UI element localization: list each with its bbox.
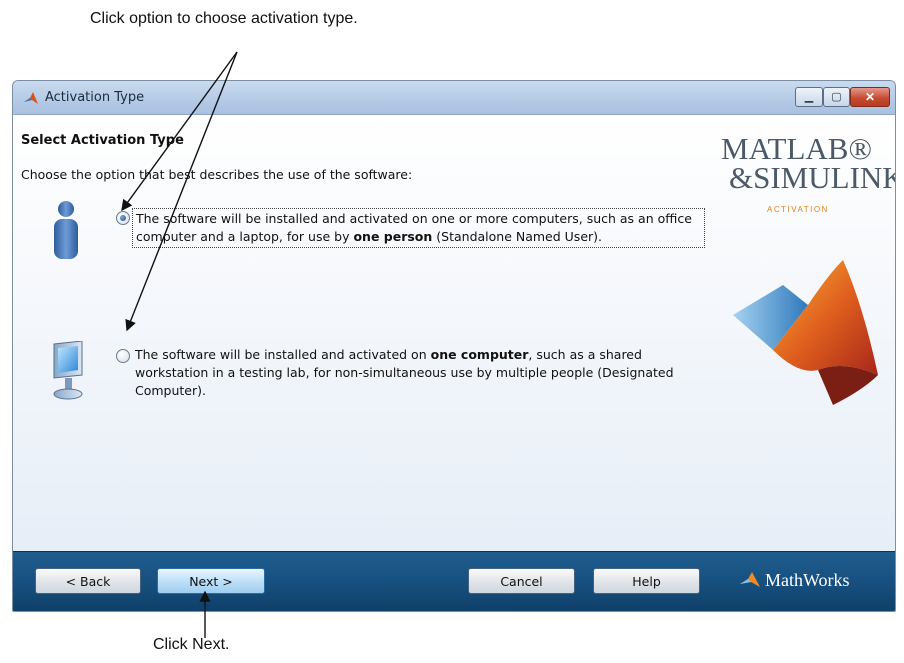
standalone-text-bold: one person [353, 229, 433, 244]
close-button[interactable]: ✕ [850, 87, 890, 107]
designated-radio[interactable] [116, 349, 130, 363]
button-bar: < Back Next > Cancel Help MathWorks [13, 551, 895, 611]
brand-line-3: ACTIVATION [767, 205, 829, 214]
instruction-text: Choose the option that best describes th… [21, 167, 413, 182]
designated-text-before: The software will be installed and activ… [135, 347, 431, 362]
annotation-bottom: Click Next. [153, 636, 230, 653]
back-button[interactable]: < Back [35, 568, 141, 594]
designated-text-bold: one computer [430, 347, 529, 362]
minimize-button[interactable]: ▁ [795, 87, 823, 107]
activation-dialog: Activation Type ▁ ▢ ✕ Select Activation … [12, 80, 896, 612]
standalone-option-label[interactable]: The software will be installed and activ… [132, 208, 705, 248]
maximize-button[interactable]: ▢ [823, 87, 850, 107]
help-button[interactable]: Help [593, 568, 700, 594]
close-icon: ✕ [864, 90, 876, 104]
window-title: Activation Type [45, 90, 145, 105]
maximize-icon: ▢ [831, 91, 842, 103]
annotation-top: Click option to choose activation type. [90, 10, 358, 27]
standalone-text-after: (Standalone Named User). [432, 229, 602, 244]
brand-line-2: &SIMULINK® [729, 160, 895, 195]
minimize-icon: ▁ [804, 91, 814, 103]
dialog-content: Select Activation Type Choose the option… [13, 115, 895, 551]
computer-icon [53, 341, 83, 400]
next-button[interactable]: Next > [157, 568, 265, 594]
page-title: Select Activation Type [21, 133, 184, 148]
person-icon [54, 201, 78, 259]
mathworks-wordmark: MathWorks [765, 570, 850, 590]
matlab-logo-icon [24, 92, 38, 104]
designated-option-label[interactable]: The software will be installed and activ… [135, 346, 695, 400]
cancel-button[interactable]: Cancel [468, 568, 575, 594]
standalone-radio[interactable] [116, 211, 130, 225]
mathworks-logo: MathWorks [739, 568, 889, 594]
matlab-simulink-logo: MATLAB® &SIMULINK® ACTIVATION [721, 131, 895, 214]
mathworks-logo-icon [740, 572, 760, 587]
title-bar[interactable]: Activation Type ▁ ▢ ✕ [13, 81, 895, 115]
matlab-membrane-icon [733, 260, 878, 405]
